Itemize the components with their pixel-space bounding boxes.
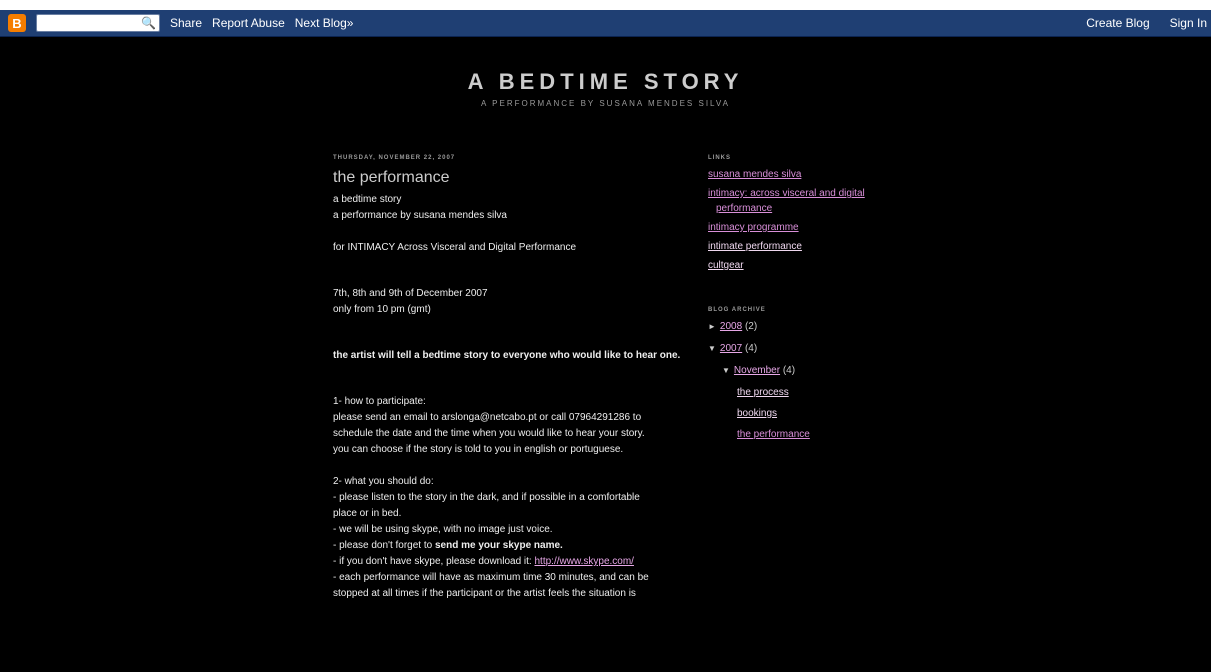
post-line: - please don't forget to send me your sk… — [333, 538, 698, 554]
archive-year-link[interactable]: 2008 — [720, 321, 742, 332]
expanded-triangle-icon[interactable]: ▼ — [708, 344, 716, 353]
archive-heading: BLOG ARCHIVE — [708, 307, 766, 313]
post-line: - each performance will have as maximum … — [333, 572, 649, 583]
post-title: the performance — [333, 169, 450, 186]
next-blog-link[interactable]: Next Blog» — [295, 16, 354, 30]
post-line: - if you don't have skype, please downlo… — [333, 554, 698, 570]
blog-title[interactable]: A BEDTIME STORY — [0, 69, 1211, 95]
sidebar-link-label: intimacy: across visceral and digital — [708, 188, 865, 199]
archive-count: (4) — [782, 365, 796, 376]
archive-post-link[interactable]: bookings — [737, 406, 918, 421]
sidebar-link-cultgear[interactable]: cultgear — [708, 258, 918, 273]
post-line: stopped at all times if the participant … — [333, 588, 636, 599]
archive-post-link[interactable]: the performance — [737, 427, 918, 442]
blog-description: A PERFORMANCE BY SUSANA MENDES SILVA — [481, 99, 730, 108]
archive-count: (4) — [744, 343, 758, 354]
archive-month-link[interactable]: November — [734, 365, 780, 376]
post-line-text: - please don't forget to — [333, 540, 435, 551]
sign-in-link[interactable]: Sign In — [1170, 16, 1207, 30]
sidebar-link-intimate-performance[interactable]: intimate performance — [708, 239, 918, 254]
post-line: a performance by susana mendes silva — [333, 210, 507, 221]
archive-year-2008[interactable]: ► 2008 (2) — [708, 319, 918, 335]
post-line: 7th, 8th and 9th of December 2007 — [333, 288, 488, 299]
post-line-bold-text: send me your skype name. — [434, 540, 563, 551]
archive-year-link[interactable]: 2007 — [720, 343, 742, 354]
archive-posts: the process bookings the performance — [708, 385, 918, 442]
archive-month-november[interactable]: ▼ November (4) — [708, 363, 918, 379]
search-icon[interactable]: 🔍 — [141, 16, 156, 30]
archive-year-2007[interactable]: ▼ 2007 (4) — [708, 341, 918, 357]
navbar-right: Create Blog Sign In — [1076, 16, 1207, 30]
skype-link[interactable]: http://www.skype.com/ — [534, 556, 633, 567]
collapsed-triangle-icon[interactable]: ► — [708, 322, 716, 331]
blog-header: A BEDTIME STORY A PERFORMANCE BY SUSANA … — [0, 69, 1211, 108]
sidebar: LINKS susana mendes silva intimacy: acro… — [708, 155, 918, 446]
archive-count: (2) — [744, 321, 758, 332]
report-abuse-link[interactable]: Report Abuse — [212, 16, 285, 30]
post-line: for INTIMACY Across Visceral and Digital… — [333, 242, 577, 253]
post-line: place or in bed. — [333, 508, 402, 519]
sidebar-link-intimacy-programme[interactable]: intimacy programme — [708, 220, 918, 235]
blog-archive: BLOG ARCHIVE ► 2008 (2) ▼ 2007 (4) ▼ Novemb… — [708, 307, 918, 442]
links-heading: LINKS — [708, 155, 731, 161]
sidebar-link-susana[interactable]: susana mendes silva — [708, 167, 918, 182]
post-line: - we will be using skype, with no image … — [333, 524, 553, 535]
main-column: THURSDAY, NOVEMBER 22, 2007 the performa… — [333, 155, 698, 602]
top-strip — [0, 0, 1211, 10]
post-line-text: - if you don't have skype, please downlo… — [333, 556, 535, 567]
archive-post-link[interactable]: the process — [737, 385, 918, 400]
expanded-triangle-icon[interactable]: ▼ — [722, 366, 730, 375]
create-blog-link[interactable]: Create Blog — [1086, 16, 1149, 30]
blogger-navbar: B 🔍 Share Report Abuse Next Blog» Create… — [0, 10, 1211, 37]
post-line-bold: the artist will tell a bedtime story to … — [333, 350, 681, 361]
post-line: 2- what you should do: — [333, 476, 434, 487]
search-box[interactable]: 🔍 — [36, 14, 160, 32]
sidebar-link-intimacy[interactable]: intimacy: across visceral and digital pe… — [708, 186, 918, 216]
post-line: - please listen to the story in the dark… — [333, 492, 640, 503]
post-line: a bedtime story — [333, 194, 402, 205]
post-line: schedule the date and the time when you … — [333, 428, 645, 439]
share-link[interactable]: Share — [170, 16, 202, 30]
post-date: THURSDAY, NOVEMBER 22, 2007 — [333, 155, 456, 161]
post-line: 1- how to participate: — [333, 396, 426, 407]
search-input[interactable] — [37, 15, 145, 31]
blogger-logo-icon[interactable]: B — [8, 14, 26, 32]
post-line: you can choose if the story is told to y… — [333, 444, 624, 455]
sidebar-link-label: performance — [716, 203, 773, 214]
post-line: please send an email to arslonga@netcabo… — [333, 412, 642, 423]
post-body: a bedtime story a performance by susana … — [333, 192, 698, 602]
post-line: only from 10 pm (gmt) — [333, 304, 431, 315]
